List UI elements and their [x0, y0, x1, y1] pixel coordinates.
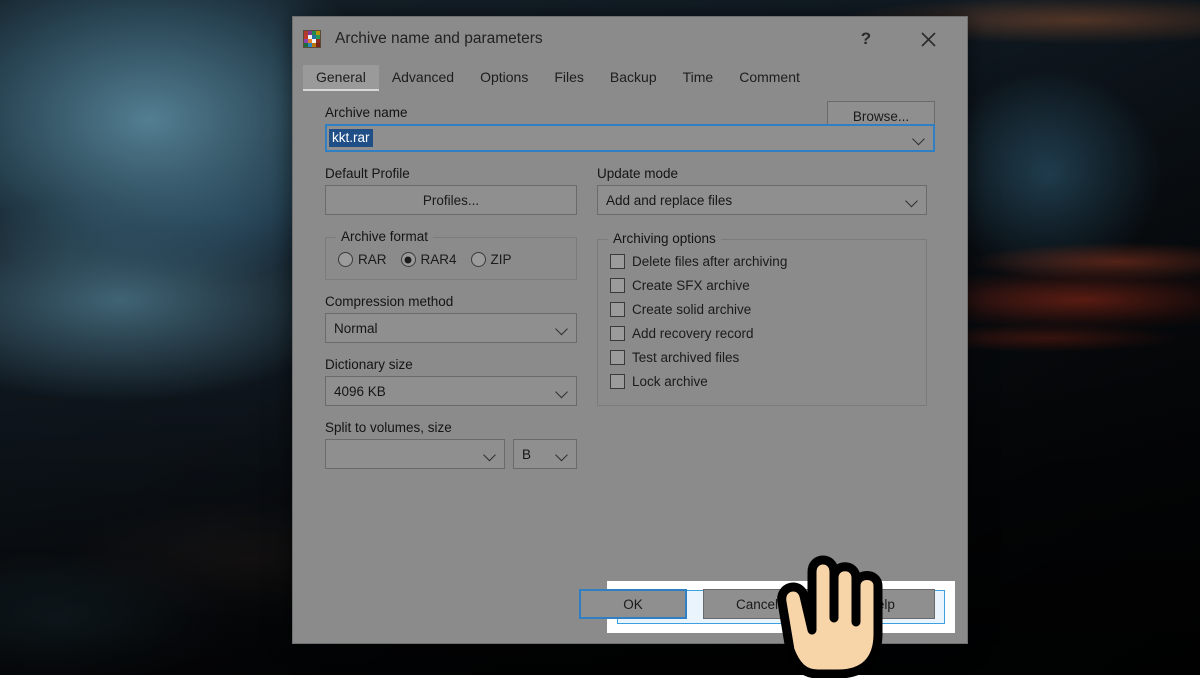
split-unit-select[interactable]: B [513, 439, 577, 469]
checkbox-create-sfx-archive[interactable]: Create SFX archive [610, 278, 914, 293]
tab-advanced[interactable]: Advanced [379, 65, 467, 91]
radio-label-rar: RAR [358, 252, 387, 267]
radio-label-zip: ZIP [491, 252, 512, 267]
archive-format-group: Archive format RAR RAR4 ZIP [325, 237, 577, 280]
compression-method-value: Normal [334, 321, 378, 336]
dialog-tabs: General Advanced Options Files Backup Ti… [293, 61, 967, 91]
ok-button[interactable]: OK [579, 589, 687, 619]
titlebar-help-button[interactable]: ? [843, 17, 889, 61]
checkbox-label: Delete files after archiving [632, 254, 787, 269]
checkbox-box [610, 326, 625, 341]
tab-general[interactable]: General [303, 65, 379, 91]
checkbox-lock-archive[interactable]: Lock archive [610, 374, 914, 389]
winrar-books-icon [303, 30, 321, 48]
split-volumes-label: Split to volumes, size [325, 420, 577, 435]
compression-method-select[interactable]: Normal [325, 313, 577, 343]
checkbox-label: Test archived files [632, 350, 739, 365]
tab-time[interactable]: Time [670, 65, 727, 91]
dialog-titlebar: Archive name and parameters ? [293, 17, 967, 61]
radio-zip[interactable]: ZIP [471, 252, 512, 267]
chevron-down-icon[interactable] [557, 388, 568, 395]
profiles-button[interactable]: Profiles... [325, 185, 577, 215]
radio-label-rar4: RAR4 [421, 252, 457, 267]
checkbox-label: Create solid archive [632, 302, 751, 317]
radio-rar[interactable]: RAR [338, 252, 387, 267]
update-mode-label: Update mode [597, 166, 927, 181]
checkbox-add-recovery-record[interactable]: Add recovery record [610, 326, 914, 341]
archive-parameters-dialog: Archive name and parameters ? General Ad… [292, 16, 968, 644]
help-button[interactable]: Help [827, 589, 935, 619]
archive-name-value: kkt.rar [329, 129, 373, 147]
split-unit-value: B [522, 447, 531, 462]
update-mode-value: Add and replace files [606, 193, 732, 208]
archiving-options-label: Archiving options [608, 231, 721, 246]
checkbox-box [610, 278, 625, 293]
chevron-down-icon[interactable] [907, 197, 918, 204]
checkbox-delete-files-after-archiving[interactable]: Delete files after archiving [610, 254, 914, 269]
archiving-options-group: Archiving options Delete files after arc… [597, 239, 927, 406]
chevron-down-icon[interactable] [557, 325, 568, 332]
chevron-down-icon[interactable] [557, 451, 568, 458]
radio-dot-rar [338, 252, 353, 267]
checkbox-box [610, 302, 625, 317]
tab-backup[interactable]: Backup [597, 65, 670, 91]
dialog-footer: OK Cancel Help [301, 589, 959, 619]
radio-dot-zip [471, 252, 486, 267]
archive-format-label: Archive format [336, 229, 433, 244]
chevron-down-icon[interactable] [485, 451, 496, 458]
checkbox-box [610, 350, 625, 365]
tab-files[interactable]: Files [541, 65, 597, 91]
checkbox-box [610, 254, 625, 269]
radio-rar4[interactable]: RAR4 [401, 252, 457, 267]
split-size-input[interactable] [325, 439, 505, 469]
left-column: Default Profile Profiles... Archive form… [325, 166, 577, 469]
dictionary-size-value: 4096 KB [334, 384, 386, 399]
right-column: Update mode Add and replace files Archiv… [597, 166, 927, 469]
dialog-title: Archive name and parameters [335, 30, 543, 48]
checkbox-label: Create SFX archive [632, 278, 750, 293]
checkbox-label: Lock archive [632, 374, 708, 389]
close-icon[interactable] [905, 17, 951, 61]
checkbox-label: Add recovery record [632, 326, 754, 341]
tab-comment[interactable]: Comment [726, 65, 813, 91]
checkbox-test-archived-files[interactable]: Test archived files [610, 350, 914, 365]
tab-options[interactable]: Options [467, 65, 541, 91]
default-profile-label: Default Profile [325, 166, 577, 181]
cancel-button[interactable]: Cancel [703, 589, 811, 619]
compression-method-label: Compression method [325, 294, 577, 309]
dictionary-size-label: Dictionary size [325, 357, 577, 372]
chevron-down-icon[interactable] [914, 135, 925, 142]
archive-name-input[interactable]: kkt.rar [325, 124, 935, 152]
checkbox-box [610, 374, 625, 389]
update-mode-select[interactable]: Add and replace files [597, 185, 927, 215]
dictionary-size-select[interactable]: 4096 KB [325, 376, 577, 406]
radio-dot-rar4 [401, 252, 416, 267]
general-tab-panel: Browse... Archive name kkt.rar Default P… [301, 91, 959, 629]
checkbox-create-solid-archive[interactable]: Create solid archive [610, 302, 914, 317]
